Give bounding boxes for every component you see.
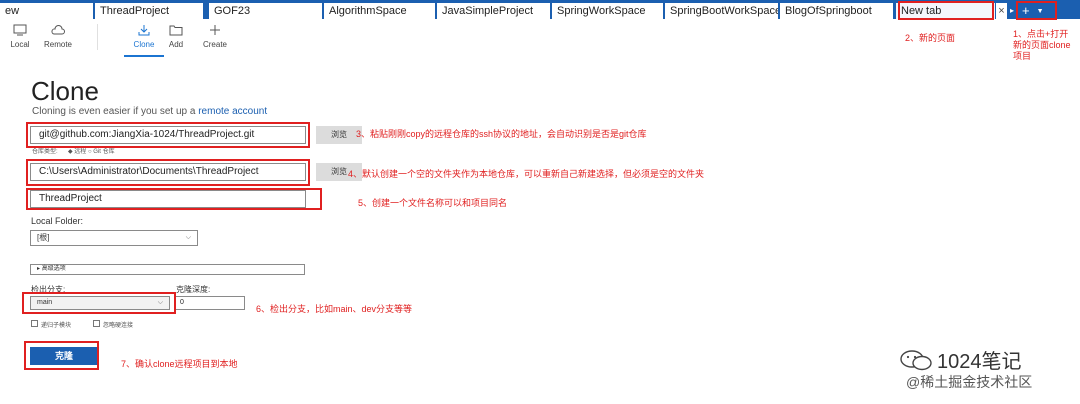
chevron-down-icon: ⌵ [185, 234, 191, 241]
tab-item[interactable]: ThreadProject [95, 3, 204, 19]
subtitle-text: Cloning is even easier if you set up a [32, 106, 199, 117]
close-tab-icon[interactable]: × [996, 3, 1007, 19]
annotation-note: 6、检出分支，比如main、dev分支等等 [256, 304, 413, 314]
annotation-box-submit [24, 341, 99, 370]
no-hardlinks-label: 忽略硬连接 [103, 323, 134, 329]
local-folder-value: [根] [37, 233, 50, 242]
annotation-box-path [26, 159, 310, 186]
local-folder-select[interactable]: [根] ⌵ [30, 230, 198, 246]
scroll-right-icon[interactable]: ▸ [1008, 3, 1016, 19]
toolbar-create-button[interactable]: Create [195, 24, 235, 49]
toolbar-clone-label: Clone [133, 40, 155, 49]
annotation-note: 1、点击+打开新的页面clone项目 [1013, 29, 1071, 61]
cloud-icon [51, 25, 65, 35]
toolbar-create-label: Create [202, 40, 227, 49]
local-folder-label: Local Folder: [31, 216, 84, 226]
page-title: Clone [31, 76, 99, 106]
toolbar-remote-button[interactable]: Remote [38, 24, 78, 49]
clone-depth-label: 克隆深度: [176, 285, 211, 294]
annotation-note: 4、默认创建一个空的文件夹作为本地仓库，可以重新自己新建选择，但必须是空的文件夹 [348, 169, 705, 179]
toolbar-add-label: Add [168, 40, 184, 49]
tab-item[interactable]: AlgorithmSpace [324, 3, 436, 19]
monitor-icon [13, 24, 27, 36]
active-tab-indicator [124, 55, 164, 57]
recurse-submodules-checkbox[interactable] [31, 320, 38, 327]
annotation-box-new-tab [898, 1, 994, 20]
tab-item[interactable]: SpringWorkSpace [552, 3, 664, 19]
annotation-note: 3、粘贴刚刚copy的远程仓库的ssh协议的地址，会自动识别是否是git仓库 [356, 129, 647, 139]
annotation-box-url [26, 122, 310, 148]
folder-icon [169, 25, 183, 36]
tab-item[interactable]: ew [0, 3, 94, 19]
plus-icon [210, 25, 220, 35]
watermark-subtitle: @稀土掘金技术社区 [906, 374, 1033, 390]
annotation-box-name [26, 188, 322, 210]
tab-item[interactable]: BlogOfSpringboot [780, 3, 894, 19]
wechat-logo-icon [900, 350, 932, 371]
no-hardlinks-checkbox[interactable] [93, 320, 100, 327]
advanced-options-toggle[interactable]: ▸ 高级选项 [30, 264, 305, 275]
clone-depth-input[interactable]: 0 [175, 296, 245, 310]
tab-item[interactable]: GOF23 [209, 3, 323, 19]
toolbar-local-button[interactable]: Local [0, 24, 40, 49]
annotation-box-add-tab [1016, 1, 1057, 20]
advanced-options-label: 高级选项 [41, 266, 66, 272]
recurse-submodules-label: 递归子模块 [41, 323, 72, 329]
toolbar-local-label: Local [10, 40, 30, 49]
toolbar-remote-label: Remote [43, 40, 72, 49]
remote-account-link[interactable]: remote account [198, 106, 267, 117]
watermark-title: 1024笔记 [937, 351, 1022, 373]
annotation-note: 7、确认clone远程项目到本地 [121, 359, 238, 369]
annotation-note: 5、创建一个文件名称可以和项目同名 [358, 198, 508, 208]
toolbar-add-button[interactable]: Add [156, 24, 196, 49]
download-icon [138, 25, 150, 36]
annotation-note: 2、新的页面 [905, 33, 956, 43]
toolbar-separator [97, 24, 98, 50]
tab-item[interactable]: SpringBootWorkSpace [665, 3, 779, 19]
page-subtitle: Cloning is even easier if you set up a r… [32, 106, 267, 117]
annotation-box-branch [22, 292, 176, 314]
tab-item[interactable]: JavaSimpleProject [437, 3, 551, 19]
